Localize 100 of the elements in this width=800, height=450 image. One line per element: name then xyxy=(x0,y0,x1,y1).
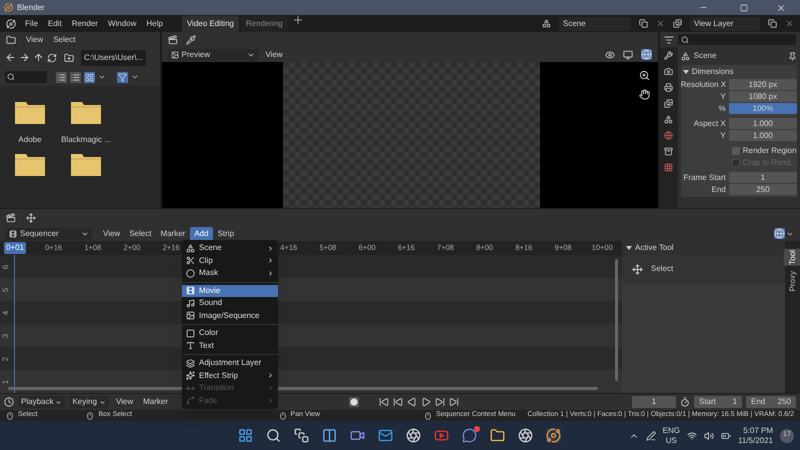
copy-icon[interactable] xyxy=(639,19,648,28)
hand-icon[interactable] xyxy=(639,89,650,100)
envelope-icon[interactable] xyxy=(378,428,393,443)
folder-icon[interactable] xyxy=(15,152,45,176)
menu-item[interactable]: Scene xyxy=(182,242,278,254)
gizmo-icon[interactable] xyxy=(641,49,652,60)
workspace-tab[interactable]: Video Editing xyxy=(182,16,239,32)
menu-item[interactable]: Marker xyxy=(140,396,172,408)
copy-icon[interactable] xyxy=(768,19,777,28)
sidebar-tab[interactable]: Proxy xyxy=(784,270,800,292)
clock-date[interactable]: 11/5/2021 xyxy=(738,436,773,446)
view-layer-icon[interactable] xyxy=(673,19,682,28)
search-icon[interactable] xyxy=(266,428,281,443)
forward-arrow-icon[interactable] xyxy=(19,52,30,63)
eyedropper-icon[interactable] xyxy=(186,34,196,44)
play-icon[interactable] xyxy=(421,397,432,407)
folder-name[interactable]: Adobe xyxy=(18,134,42,146)
checkbox[interactable] xyxy=(732,146,740,154)
search-field[interactable] xyxy=(678,34,796,45)
search-field[interactable] xyxy=(5,71,47,83)
app-logo-icon[interactable] xyxy=(6,18,16,28)
menu-item[interactable]: Text xyxy=(182,340,278,352)
speaker-icon[interactable] xyxy=(704,430,714,440)
timer-icon[interactable] xyxy=(680,397,690,407)
editor-type-icon[interactable] xyxy=(664,34,674,44)
grid-view-icon[interactable] xyxy=(84,72,95,82)
folder-icon[interactable] xyxy=(15,100,45,124)
video-camera-icon[interactable] xyxy=(350,428,365,443)
menu-item[interactable]: Effect Strip xyxy=(182,370,278,382)
current-frame-field[interactable]: 1 xyxy=(632,396,676,408)
menu-item[interactable]: Add xyxy=(190,226,213,240)
value-field[interactable]: 1080 px xyxy=(728,91,797,102)
panel-header[interactable]: Active Tool xyxy=(622,241,785,255)
menu-item[interactable]: Adjustment Layer xyxy=(182,357,278,370)
record-icon[interactable] xyxy=(349,397,360,407)
scrollbar[interactable] xyxy=(615,259,618,381)
new-folder-icon[interactable] xyxy=(64,52,74,62)
menu-item[interactable]: Window xyxy=(106,18,138,30)
box-icon[interactable] xyxy=(664,147,674,156)
editor-type-icon[interactable] xyxy=(6,212,16,222)
language-label[interactable]: ENG xyxy=(662,426,680,436)
clock-time[interactable]: 5:07 PM xyxy=(743,426,773,436)
camera-icon[interactable] xyxy=(664,67,674,76)
back-arrow-icon[interactable] xyxy=(5,52,16,63)
battery-icon[interactable] xyxy=(721,430,731,440)
view-layer-field[interactable]: View Layer xyxy=(690,16,760,30)
menu-item[interactable]: View xyxy=(99,226,124,240)
stacked-windows-icon[interactable] xyxy=(294,428,309,443)
menu-item[interactable]: Render xyxy=(70,18,99,30)
folder-icon[interactable] xyxy=(490,428,505,443)
menu-item[interactable]: Movie xyxy=(182,284,278,297)
jump-start-icon[interactable] xyxy=(379,397,390,407)
editor-dropdown[interactable]: Sequencer xyxy=(6,228,92,240)
orbit-icon[interactable] xyxy=(546,428,561,443)
filter-icon[interactable] xyxy=(117,72,128,82)
workspace-tab[interactable]: Rendering xyxy=(240,16,288,32)
scene-icon[interactable] xyxy=(542,19,551,28)
menu-item[interactable]: Keying xyxy=(69,396,109,408)
sidebar-tab[interactable]: Tool xyxy=(784,249,800,266)
value-field[interactable]: 1.000 xyxy=(728,130,797,141)
menu-item[interactable]: Marker xyxy=(156,226,190,240)
scene-field[interactable]: Scene xyxy=(559,16,631,30)
tool-icon[interactable] xyxy=(664,51,674,60)
aperture-icon[interactable] xyxy=(518,428,533,443)
value-field[interactable]: 1920 px xyxy=(728,79,797,90)
menu-item[interactable]: File xyxy=(24,18,39,30)
panels-icon[interactable] xyxy=(322,428,337,443)
path-field[interactable]: C:\Users\User\... xyxy=(81,50,146,66)
menu-item[interactable]: Clip xyxy=(182,254,278,267)
value-field[interactable]: 250 xyxy=(728,184,797,195)
detail-view-icon[interactable] xyxy=(70,72,81,82)
pin-icon[interactable] xyxy=(788,52,797,60)
region-label[interactable]: US xyxy=(666,436,677,446)
next-keyframe-icon[interactable] xyxy=(435,397,446,407)
menu-item[interactable]: Select xyxy=(53,34,76,46)
folder-name[interactable]: Blackmagic ... xyxy=(61,134,111,146)
start-icon[interactable] xyxy=(238,428,253,443)
wifi-icon[interactable] xyxy=(687,430,697,440)
menu-item[interactable]: Image/Sequence xyxy=(182,310,278,322)
overlay-icon[interactable] xyxy=(605,50,615,60)
folder-icon[interactable] xyxy=(71,100,101,124)
shapes-icon[interactable] xyxy=(664,115,674,124)
playhead-frame-label[interactable]: 0+01 xyxy=(4,242,26,254)
editor-type-icon[interactable] xyxy=(6,34,16,44)
display-mode-dropdown[interactable]: Preview xyxy=(168,48,258,60)
menu-item[interactable]: View xyxy=(26,34,44,46)
folder-icon[interactable] xyxy=(71,152,101,176)
globe-icon[interactable] xyxy=(664,131,674,140)
menu-item[interactable]: Edit xyxy=(46,18,63,30)
menu-item[interactable]: Strip xyxy=(214,226,238,240)
menu-item[interactable]: View xyxy=(112,396,136,408)
menu-item[interactable]: Mask xyxy=(182,267,278,280)
value-field[interactable]: 1 xyxy=(728,172,797,183)
menu-item[interactable]: Sound xyxy=(182,297,278,310)
menu-item[interactable]: Playback xyxy=(18,396,66,408)
up-arrow-icon[interactable] xyxy=(33,52,44,63)
jump-end-icon[interactable] xyxy=(449,397,460,407)
menu-item[interactable]: Select xyxy=(125,226,156,240)
reverse-play-icon[interactable] xyxy=(407,397,418,407)
timeline-editor-icon[interactable] xyxy=(4,397,14,407)
